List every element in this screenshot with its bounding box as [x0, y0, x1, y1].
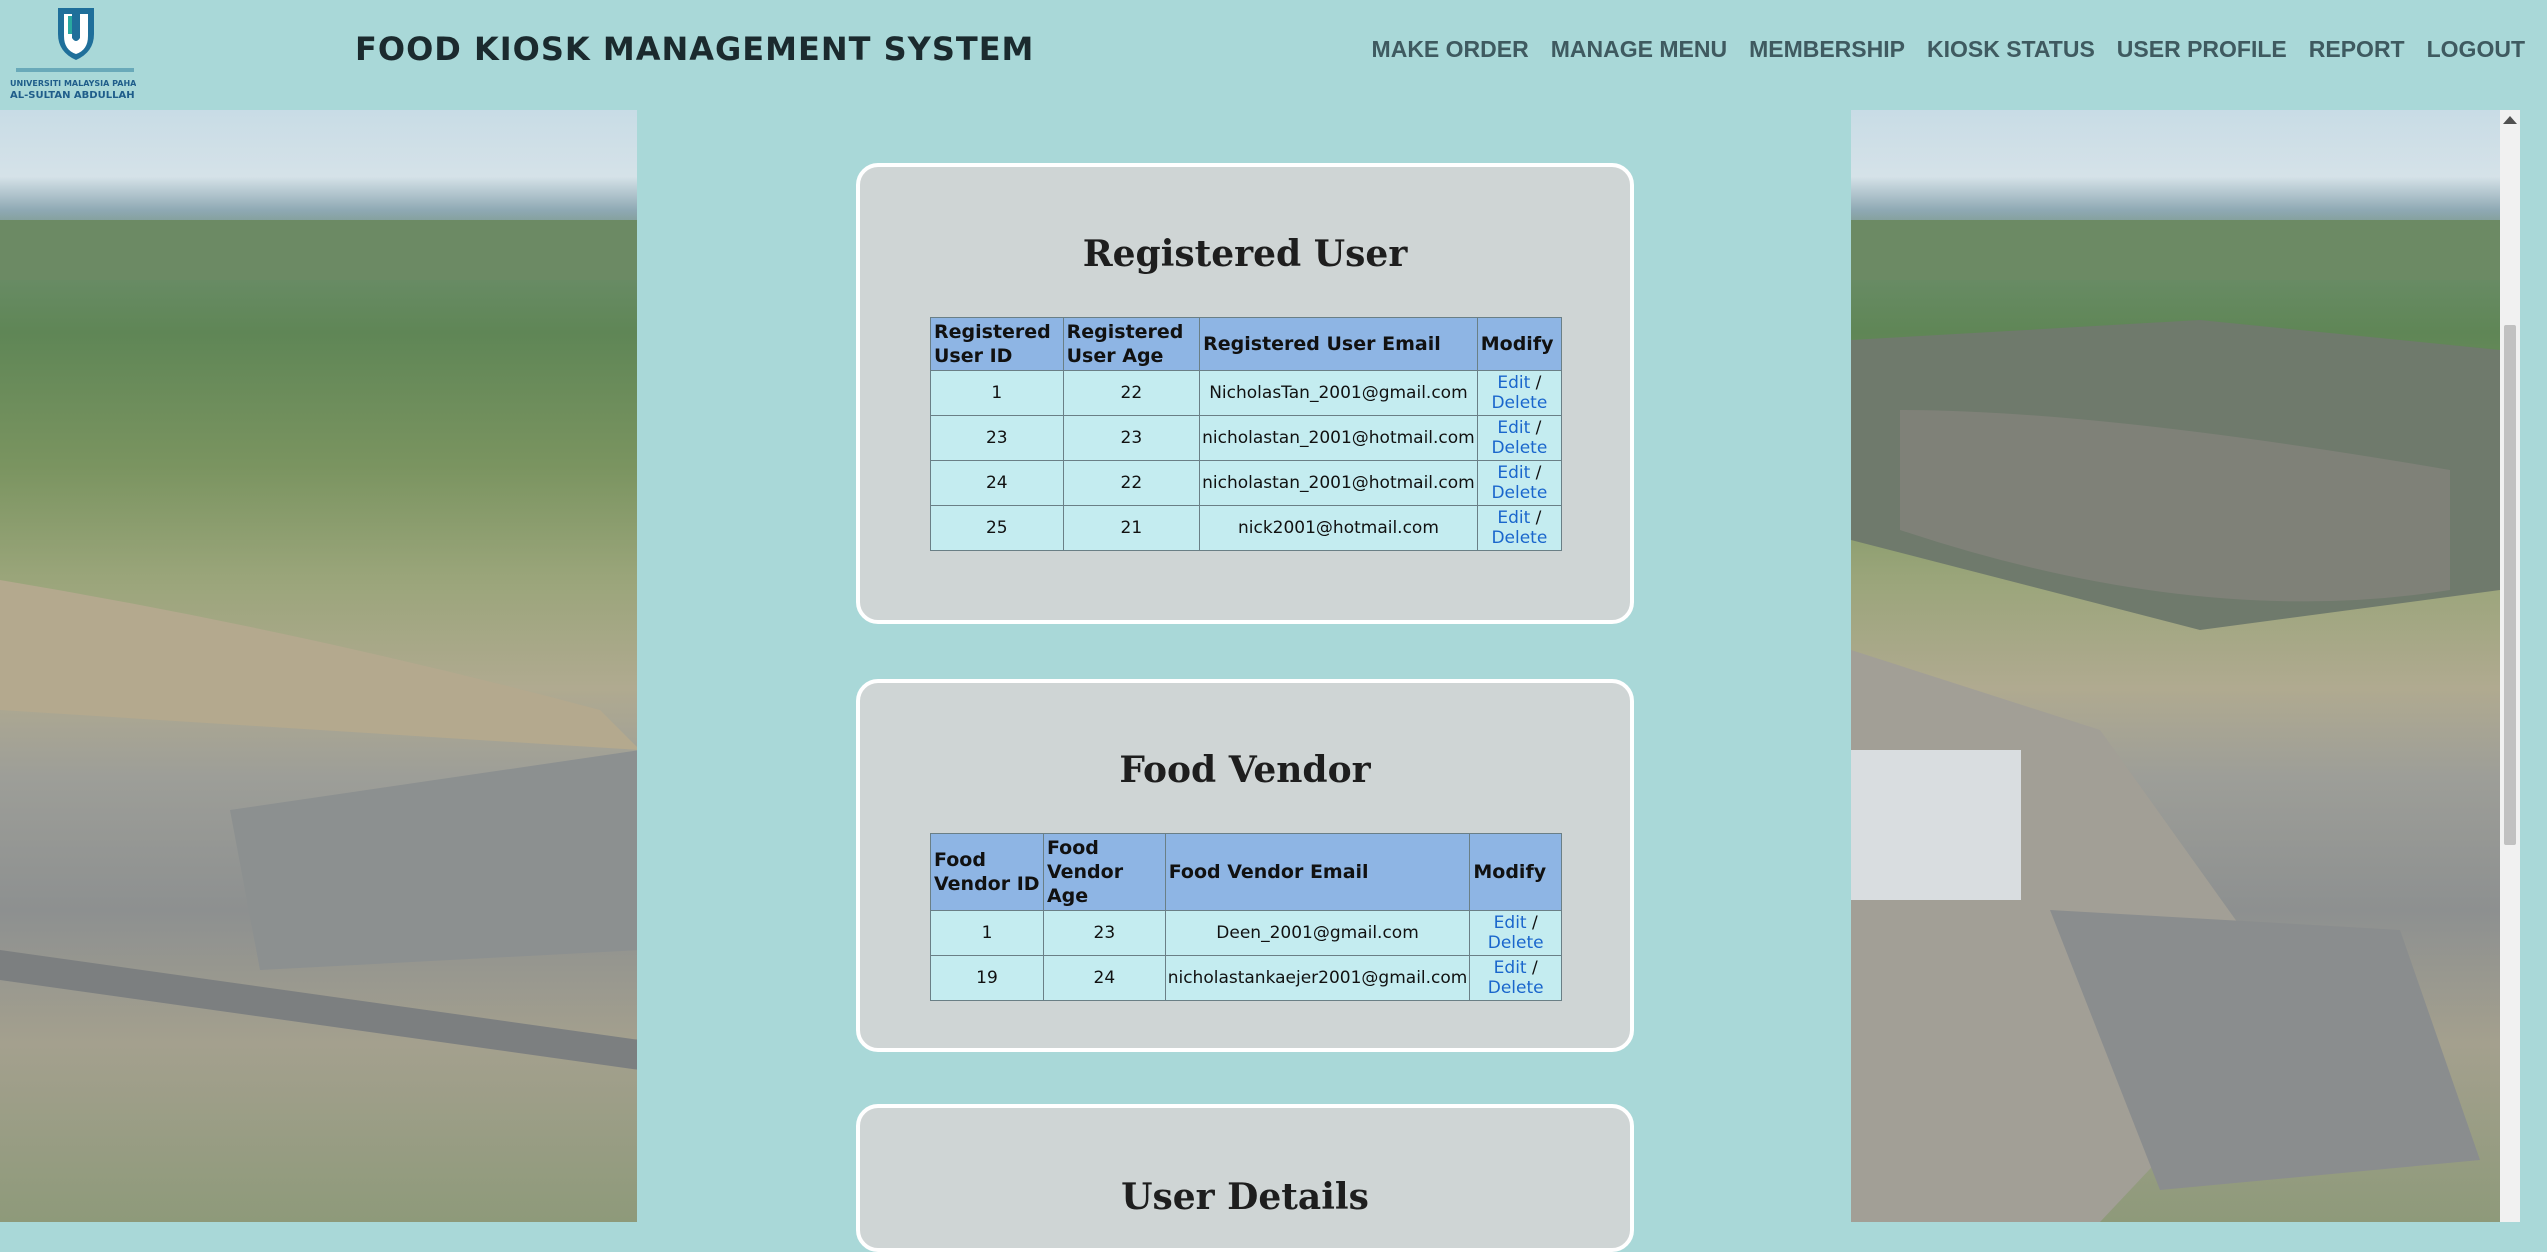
edit-link[interactable]: Edit — [1497, 463, 1530, 483]
col-header-vendor-email: Food Vendor Email — [1164, 833, 1471, 911]
cell-id: 24 — [930, 460, 1064, 506]
table-header-row: Registered User ID Registered User Age R… — [930, 317, 1563, 371]
nav-user-profile[interactable]: USER PROFILE — [2117, 36, 2287, 63]
scroll-thumb[interactable] — [2504, 325, 2516, 845]
delete-link[interactable]: Delete — [1491, 438, 1547, 458]
cell-email: nicholastan_2001@hotmail.com — [1199, 460, 1478, 506]
cell-age: 23 — [1062, 415, 1201, 461]
nav-logout[interactable]: LOGOUT — [2427, 36, 2525, 63]
col-header-vendor-age: Food Vendor Age — [1042, 833, 1166, 911]
cell-id: 1 — [930, 370, 1064, 416]
cell-email: Deen_2001@gmail.com — [1164, 910, 1471, 956]
cell-email: nick2001@hotmail.com — [1199, 505, 1478, 551]
delete-link[interactable]: Delete — [1488, 933, 1544, 953]
edit-link[interactable]: Edit — [1497, 373, 1530, 393]
food-vendor-table: Food Vendor ID Food Vendor Age Food Vend… — [930, 833, 1562, 1001]
cell-modify: Edit / Delete — [1469, 955, 1562, 1001]
cell-modify: Edit / Delete — [1476, 505, 1563, 551]
cell-id: 1 — [930, 910, 1044, 956]
col-header-user-age: Registered User Age — [1062, 317, 1201, 371]
cell-email: nicholastankaejer2001@gmail.com — [1164, 955, 1471, 1001]
col-header-user-email: Registered User Email — [1199, 317, 1478, 371]
table-row: 23 23 nicholastan_2001@hotmail.com Edit … — [930, 415, 1563, 461]
university-logo[interactable]: UNIVERSITI MALAYSIA PAHANG AL-SULTAN ABD… — [6, 4, 150, 104]
nav-membership[interactable]: MEMBERSHIP — [1749, 36, 1905, 63]
cell-age: 22 — [1062, 370, 1201, 416]
col-header-vendor-id: Food Vendor ID — [930, 833, 1044, 911]
svg-text:AL-SULTAN ABDULLAH: AL-SULTAN ABDULLAH — [10, 90, 135, 101]
table-row: 25 21 nick2001@hotmail.com Edit / Delete — [930, 505, 1563, 551]
vertical-scrollbar[interactable] — [2500, 110, 2520, 1222]
registered-user-card: Registered User Registered User ID Regis… — [856, 163, 1634, 624]
edit-link[interactable]: Edit — [1497, 418, 1530, 438]
delete-link[interactable]: Delete — [1491, 528, 1547, 548]
table-row: 24 22 nicholastan_2001@hotmail.com Edit … — [930, 460, 1563, 506]
top-navbar: UNIVERSITI MALAYSIA PAHANG AL-SULTAN ABD… — [0, 0, 2547, 110]
cell-age: 21 — [1062, 505, 1201, 551]
food-vendor-heading: Food Vendor — [1119, 749, 1371, 791]
site-title: FOOD KIOSK MANAGEMENT SYSTEM — [355, 30, 1035, 68]
delete-link[interactable]: Delete — [1491, 483, 1547, 503]
col-header-user-id: Registered User ID — [930, 317, 1064, 371]
scroll-up-arrow-icon[interactable] — [2503, 116, 2517, 124]
nav-report[interactable]: REPORT — [2309, 36, 2405, 63]
cell-id: 25 — [930, 505, 1064, 551]
cell-age: 24 — [1042, 955, 1166, 1001]
registered-user-heading: Registered User — [1082, 233, 1408, 275]
cell-modify: Edit / Delete — [1476, 370, 1563, 416]
cell-id: 23 — [930, 415, 1064, 461]
nav-kiosk-status[interactable]: KIOSK STATUS — [1927, 36, 2095, 63]
nav-manage-menu[interactable]: MANAGE MENU — [1551, 36, 1727, 63]
col-header-modify: Modify — [1476, 317, 1563, 371]
registered-user-table: Registered User ID Registered User Age R… — [930, 317, 1563, 551]
table-row: 1 23 Deen_2001@gmail.com Edit / Delete — [930, 910, 1562, 956]
cell-modify: Edit / Delete — [1476, 415, 1563, 461]
main-nav: MAKE ORDER MANAGE MENU MEMBERSHIP KIOSK … — [1372, 36, 2525, 63]
cell-id: 19 — [930, 955, 1044, 1001]
nav-make-order[interactable]: MAKE ORDER — [1372, 36, 1529, 63]
edit-link[interactable]: Edit — [1494, 913, 1527, 933]
cell-modify: Edit / Delete — [1469, 910, 1562, 956]
cell-age: 23 — [1042, 910, 1166, 956]
cell-email: nicholastan_2001@hotmail.com — [1199, 415, 1478, 461]
food-vendor-card: Food Vendor Food Vendor ID Food Vendor A… — [856, 679, 1634, 1052]
table-row: 19 24 nicholastankaejer2001@gmail.com Ed… — [930, 955, 1562, 1001]
col-header-modify: Modify — [1469, 833, 1562, 911]
cell-age: 22 — [1062, 460, 1201, 506]
table-header-row: Food Vendor ID Food Vendor Age Food Vend… — [930, 833, 1562, 911]
user-details-card: User Details — [856, 1104, 1634, 1252]
table-row: 1 22 NicholasTan_2001@gmail.com Edit / De… — [930, 370, 1563, 416]
svg-text:UNIVERSITI MALAYSIA PAHANG: UNIVERSITI MALAYSIA PAHANG — [10, 79, 136, 88]
delete-link[interactable]: Delete — [1488, 978, 1544, 998]
cell-modify: Edit / Delete — [1476, 460, 1563, 506]
edit-link[interactable]: Edit — [1497, 508, 1530, 528]
user-details-heading: User Details — [1121, 1176, 1369, 1218]
delete-link[interactable]: Delete — [1491, 393, 1547, 413]
cell-email: NicholasTan_2001@gmail.com — [1199, 370, 1478, 416]
edit-link[interactable]: Edit — [1494, 958, 1527, 978]
